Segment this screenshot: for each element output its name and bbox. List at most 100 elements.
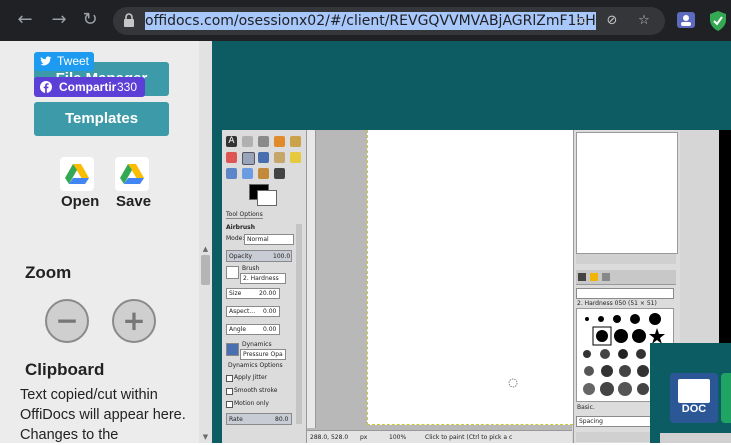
zoom-out-button[interactable]: − bbox=[45, 299, 89, 343]
zoom-select[interactable]: 100% bbox=[389, 434, 406, 441]
brush-field[interactable]: 2. Hardness bbox=[240, 273, 286, 284]
paintbrush-tool-icon[interactable] bbox=[290, 136, 301, 147]
mode-label: Mode: bbox=[226, 235, 245, 242]
rate-slider[interactable]: Rate 80.0 bbox=[226, 413, 292, 425]
angle-field[interactable]: Angle 0.00 bbox=[226, 324, 280, 335]
tool-options-scrollbar[interactable] bbox=[296, 224, 302, 424]
save-drive-button[interactable] bbox=[115, 157, 149, 191]
doc-label: DOC bbox=[681, 403, 707, 415]
eye-off-icon[interactable]: ⊘ bbox=[603, 12, 621, 30]
open-drive-button[interactable] bbox=[60, 157, 94, 191]
zoom-in-button[interactable]: + bbox=[112, 299, 156, 343]
dynamics-icon[interactable] bbox=[226, 343, 239, 356]
opacity-slider[interactable]: Opacity 100.0 bbox=[226, 250, 292, 262]
angle-value: 0.00 bbox=[263, 326, 277, 333]
mode-select[interactable]: Normal bbox=[244, 234, 294, 245]
dynamics-options-expander[interactable]: Dynamics Options bbox=[228, 362, 283, 369]
clone-tool-icon[interactable] bbox=[258, 136, 269, 147]
tweet-button[interactable]: Tweet bbox=[34, 52, 94, 71]
reload-icon[interactable]: ↻ bbox=[78, 8, 102, 32]
smooth-stroke-label: Smooth stroke bbox=[234, 387, 278, 394]
pencil-tool-icon[interactable] bbox=[274, 136, 285, 147]
cast-icon[interactable]: ▭ bbox=[571, 12, 589, 30]
twitter-bird-icon bbox=[40, 56, 52, 66]
clipboard-title: Clipboard bbox=[25, 360, 105, 379]
aspect-field[interactable]: Aspect... 0.00 bbox=[226, 306, 280, 317]
dodge-tool-icon[interactable] bbox=[290, 152, 301, 163]
zoom-title: Zoom bbox=[25, 263, 72, 282]
layers-panel[interactable] bbox=[576, 132, 678, 254]
share-count: 330 bbox=[117, 80, 138, 94]
lock-icon[interactable] bbox=[123, 13, 135, 27]
dock-tabs[interactable] bbox=[576, 270, 676, 285]
ink-tool-icon[interactable] bbox=[258, 152, 269, 163]
unit-select[interactable]: px bbox=[360, 434, 367, 441]
text-tool-icon[interactable]: A bbox=[226, 136, 237, 147]
doc-page-shape bbox=[678, 379, 710, 403]
facebook-icon bbox=[40, 81, 52, 93]
gimp-statusbar: 288.0, 528.0 px 100% Click to paint (Ctr… bbox=[307, 430, 572, 443]
layers-buttons[interactable] bbox=[576, 254, 676, 264]
patterns-tab-icon[interactable] bbox=[590, 273, 598, 281]
scroll-up-icon[interactable]: ▲ bbox=[201, 245, 210, 254]
google-drive-icon bbox=[120, 164, 144, 184]
perspective-clone-icon[interactable] bbox=[258, 168, 269, 179]
doc-file-icon[interactable]: DOC bbox=[670, 373, 718, 423]
tool-name: Airbrush bbox=[226, 224, 256, 231]
star-icon[interactable]: ☆ bbox=[635, 12, 653, 30]
airbrush-tool-icon[interactable] bbox=[242, 152, 255, 165]
brushes-tab-icon[interactable] bbox=[578, 273, 586, 281]
motion-only-checkbox[interactable] bbox=[226, 401, 233, 408]
scrollbar-thumb[interactable] bbox=[201, 255, 210, 285]
sheet-file-icon[interactable] bbox=[721, 373, 731, 423]
open-label[interactable]: Open bbox=[61, 193, 99, 210]
browser-toolbar: ← → ↻ offidocs.com/osessionx02/#/client/… bbox=[0, 0, 731, 41]
arrow-left-icon[interactable]: ← bbox=[13, 8, 37, 32]
clipboard-text: Text copied/cut within OffiDocs will app… bbox=[20, 387, 186, 443]
save-label[interactable]: Save bbox=[116, 193, 151, 210]
scroll-down-icon[interactable]: ▼ bbox=[201, 433, 210, 442]
gimp-window[interactable]: A Tool Options Airbrush Mode: Normal Opa… bbox=[222, 130, 719, 443]
apply-jitter-checkbox[interactable] bbox=[226, 375, 233, 382]
dynamics-label: Dynamics bbox=[242, 341, 272, 348]
url-text[interactable]: offidocs.com/osessionx02/#/client/REVGQV… bbox=[145, 12, 596, 30]
color-picker-icon[interactable] bbox=[274, 168, 285, 179]
tweet-label: Tweet bbox=[57, 54, 90, 68]
background-color-swatch[interactable] bbox=[257, 190, 277, 206]
share-button[interactable]: Compartir 330 bbox=[34, 77, 145, 97]
gimp-toolbox[interactable]: A Tool Options Airbrush Mode: Normal Opa… bbox=[222, 130, 307, 443]
popup-scrollbar[interactable] bbox=[660, 433, 731, 443]
vertical-ruler bbox=[307, 130, 316, 428]
templates-button[interactable]: Templates bbox=[34, 102, 169, 136]
templates-label: Templates bbox=[64, 110, 139, 127]
smooth-stroke-checkbox[interactable] bbox=[226, 388, 233, 395]
remote-desktop-header bbox=[212, 41, 731, 130]
aspect-value: 0.00 bbox=[263, 308, 277, 315]
pointer-coords: 288.0, 528.0 bbox=[310, 434, 349, 441]
brush-preview[interactable] bbox=[226, 266, 239, 279]
sidebar-scrollbar[interactable]: ▲ ▼ bbox=[199, 41, 212, 443]
eraser-tool-icon[interactable] bbox=[226, 152, 237, 163]
size-field[interactable]: Size 20.00 bbox=[226, 288, 280, 299]
brush-value: 2. Hardness bbox=[243, 275, 279, 282]
gradients-tab-icon[interactable] bbox=[602, 273, 610, 281]
opacity-value: 100.0 bbox=[273, 253, 291, 260]
shield-extension-icon[interactable] bbox=[708, 10, 728, 32]
dynamics-field[interactable]: Pressure Opa bbox=[240, 349, 286, 360]
tool-options-tab[interactable]: Tool Options bbox=[226, 211, 263, 219]
extension-icon[interactable] bbox=[676, 11, 696, 29]
minus-icon: − bbox=[55, 304, 79, 337]
gimp-canvas-area[interactable]: 288.0, 528.0 px 100% Click to paint (Ctr… bbox=[307, 130, 573, 443]
spacing-field[interactable]: Spacing bbox=[576, 416, 652, 427]
apply-jitter-label: Apply Jitter bbox=[234, 374, 268, 381]
smudge-tool-icon[interactable] bbox=[274, 152, 285, 163]
heal-tool-icon[interactable] bbox=[242, 136, 253, 147]
bucket-tool-icon[interactable] bbox=[226, 168, 237, 179]
image-canvas[interactable] bbox=[367, 130, 573, 425]
brush-filter-field[interactable] bbox=[576, 288, 674, 299]
blend-tool-icon[interactable] bbox=[242, 168, 253, 179]
arrow-right-icon[interactable]: → bbox=[47, 8, 71, 32]
plus-icon: + bbox=[122, 304, 146, 337]
address-bar[interactable]: offidocs.com/osessionx02/#/client/REVGQV… bbox=[113, 7, 665, 35]
mode-value: Normal bbox=[247, 236, 269, 243]
